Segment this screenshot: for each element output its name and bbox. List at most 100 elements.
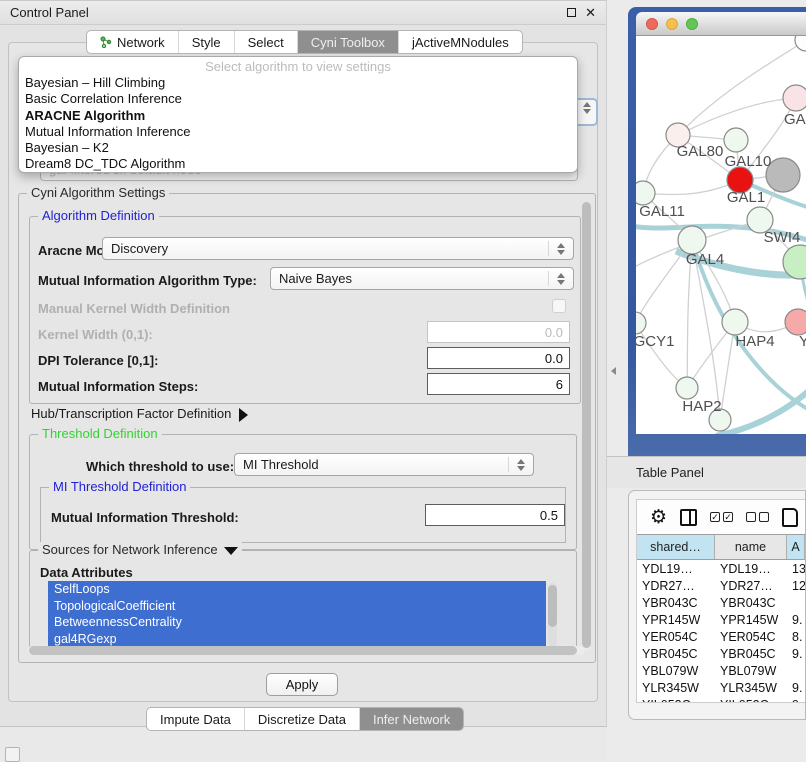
- settings-horizontal-scrollbar[interactable]: [27, 646, 585, 655]
- split-divider-arrow-icon[interactable]: [611, 367, 616, 375]
- apply-button[interactable]: Apply: [266, 673, 338, 696]
- tab-label: Cyni Toolbox: [311, 35, 385, 50]
- table-cell: YBR045C: [637, 645, 715, 662]
- algorithm-option[interactable]: Basic Correlation Inference: [19, 91, 577, 107]
- tab-network[interactable]: Network: [87, 31, 179, 53]
- minimized-panel-icon[interactable]: [5, 747, 20, 762]
- bottom-tab-label: Infer Network: [373, 712, 450, 727]
- columns-icon[interactable]: [680, 509, 697, 526]
- data-attributes-list[interactable]: SelfLoopsTopologicalCoefficientBetweenne…: [48, 581, 546, 649]
- zoom-window-icon[interactable]: [686, 18, 698, 30]
- network-edge[interactable]: [716, 386, 806, 434]
- attribute-item[interactable]: BetweennessCentrality: [48, 614, 546, 631]
- network-node-gal[interactable]: [783, 85, 806, 111]
- mi-threshold-value: 0.5: [540, 508, 558, 523]
- new-table-icon[interactable]: [782, 508, 798, 527]
- attribute-item[interactable]: TopologicalCoefficient: [48, 598, 546, 615]
- table-toolbar: ⚙ ✓✓: [637, 500, 805, 534]
- apply-button-label: Apply: [286, 677, 319, 692]
- mi-steps-field[interactable]: 6: [427, 373, 570, 395]
- table-cell: YBL079W: [715, 662, 787, 679]
- bottom-tab-impute-data[interactable]: Impute Data: [147, 708, 245, 730]
- table-row[interactable]: YBL079WYBL079W: [637, 662, 805, 679]
- settings-vertical-scrollbar[interactable]: [582, 202, 591, 650]
- node-label: GCY1: [636, 333, 674, 350]
- stepper-icon: [548, 271, 565, 286]
- tab-select[interactable]: Select: [235, 31, 298, 53]
- table-cell: YLR345W: [715, 679, 787, 696]
- manual-kernel-checkbox[interactable]: [552, 299, 566, 313]
- attribute-item[interactable]: SelfLoops: [48, 581, 546, 598]
- close-panel-icon[interactable]: ✕: [585, 6, 596, 19]
- column-header-shared[interactable]: shared…: [637, 535, 715, 559]
- cyni-settings-title: Cyni Algorithm Settings: [27, 185, 169, 200]
- algorithm-option[interactable]: Bayesian – K2: [19, 140, 577, 156]
- bottom-tab-discretize-data[interactable]: Discretize Data: [245, 708, 360, 730]
- table-row[interactable]: YLR345WYLR345W9.: [637, 679, 805, 696]
- float-panel-icon[interactable]: [567, 8, 576, 17]
- table-cell: YBL079W: [637, 662, 715, 679]
- table-row[interactable]: YER054CYER054C8.: [637, 628, 805, 645]
- dpi-tolerance-field[interactable]: 0.0: [427, 347, 570, 369]
- tab-cyni-toolbox[interactable]: Cyni Toolbox: [298, 31, 399, 53]
- network-graph: GALGAL80GAL10GAL1GAL11GAL4SWI4GCY1HAP4YH…: [636, 36, 806, 434]
- threshold-definition-title: Threshold Definition: [38, 426, 162, 441]
- sources-group-title: Sources for Network Inference: [38, 542, 242, 557]
- attributes-scrollbar[interactable]: [548, 583, 557, 647]
- select-all-icon[interactable]: ✓✓: [710, 512, 733, 522]
- algorithm-option[interactable]: ARACNE Algorithm: [19, 108, 577, 124]
- mi-type-combo[interactable]: Naive Bayes: [270, 267, 574, 290]
- hub-definition-label: Hub/Transcription Factor Definition: [31, 406, 231, 421]
- table-cell: YLR345W: [637, 679, 715, 696]
- mi-threshold-field[interactable]: 0.5: [425, 504, 565, 526]
- mi-type-label: Mutual Information Algorithm Type:: [38, 273, 257, 288]
- hub-definition-expander[interactable]: Hub/Transcription Factor Definition: [31, 406, 248, 424]
- network-edge[interactable]: [720, 322, 735, 420]
- tab-jactivemnodules[interactable]: jActiveMNodules: [399, 31, 522, 53]
- network-canvas[interactable]: GALGAL80GAL10GAL1GAL11GAL4SWI4GCY1HAP4YH…: [636, 36, 806, 434]
- table-row[interactable]: YBR045CYBR045C9.: [637, 645, 805, 662]
- network-edge[interactable]: [643, 180, 740, 195]
- network-node-gcy1[interactable]: [636, 312, 646, 334]
- column-header-name[interactable]: name: [715, 535, 787, 559]
- gear-icon[interactable]: ⚙: [650, 508, 667, 527]
- network-window-titlebar[interactable]: [636, 12, 806, 36]
- table-cell: YBR045C: [715, 645, 787, 662]
- network-node-gal4[interactable]: [678, 226, 706, 254]
- algorithm-option[interactable]: Bayesian – Hill Climbing: [19, 75, 577, 91]
- cyni-bottom-tabs: Impute DataDiscretize Data Infer Network: [146, 707, 464, 731]
- network-node[interactable]: [795, 36, 806, 51]
- network-node-y[interactable]: [785, 309, 806, 335]
- node-label: GAL: [784, 111, 806, 128]
- column-header-A[interactable]: A: [787, 535, 805, 559]
- node-label: GAL11: [639, 203, 685, 220]
- network-edge[interactable]: [636, 240, 692, 323]
- table-row[interactable]: YDR27…YDR27…12: [637, 577, 805, 594]
- network-node-hap2[interactable]: [676, 377, 698, 399]
- kernel-width-field[interactable]: 0.0: [427, 321, 570, 343]
- mi-threshold-group: MI Threshold Definition Mutual Informati…: [40, 487, 566, 543]
- algorithm-option[interactable]: Mutual Information Inference: [19, 124, 577, 140]
- table-row[interactable]: YDL19…YDL19…13: [637, 560, 805, 577]
- minimize-window-icon[interactable]: [666, 18, 678, 30]
- attribute-item[interactable]: gal4RGexp: [48, 631, 546, 648]
- network-node-gal11[interactable]: [636, 181, 655, 205]
- table-row[interactable]: YIL052CYIL052C9.: [637, 696, 805, 702]
- aracne-mode-combo[interactable]: Discovery: [102, 237, 574, 260]
- table-row[interactable]: YPR145WYPR145W9.: [637, 611, 805, 628]
- algorithm-option[interactable]: Dream8 DC_TDC Algorithm: [19, 156, 577, 172]
- table-cell: YIL052C: [637, 696, 715, 702]
- network-node-gal10[interactable]: [724, 128, 748, 152]
- close-window-icon[interactable]: [646, 18, 658, 30]
- table-cell: YER054C: [715, 628, 787, 645]
- tab-label: Select: [248, 35, 284, 50]
- tab-style[interactable]: Style: [179, 31, 235, 53]
- sources-group: Sources for Network Inference Data Attri…: [29, 550, 577, 652]
- bottom-tab-infer-network[interactable]: Infer Network: [360, 708, 463, 730]
- table-row[interactable]: YBR043CYBR043C: [637, 594, 805, 611]
- which-threshold-combo[interactable]: MI Threshold: [234, 453, 534, 476]
- table-panel-window: ⚙ ✓✓ shared…nameA YDL19…YDL19…13YDR27…YD…: [628, 490, 806, 720]
- mi-threshold-label: Mutual Information Threshold:: [51, 510, 239, 525]
- network-node-hap4[interactable]: [722, 309, 748, 335]
- deselect-all-icon[interactable]: [746, 512, 769, 522]
